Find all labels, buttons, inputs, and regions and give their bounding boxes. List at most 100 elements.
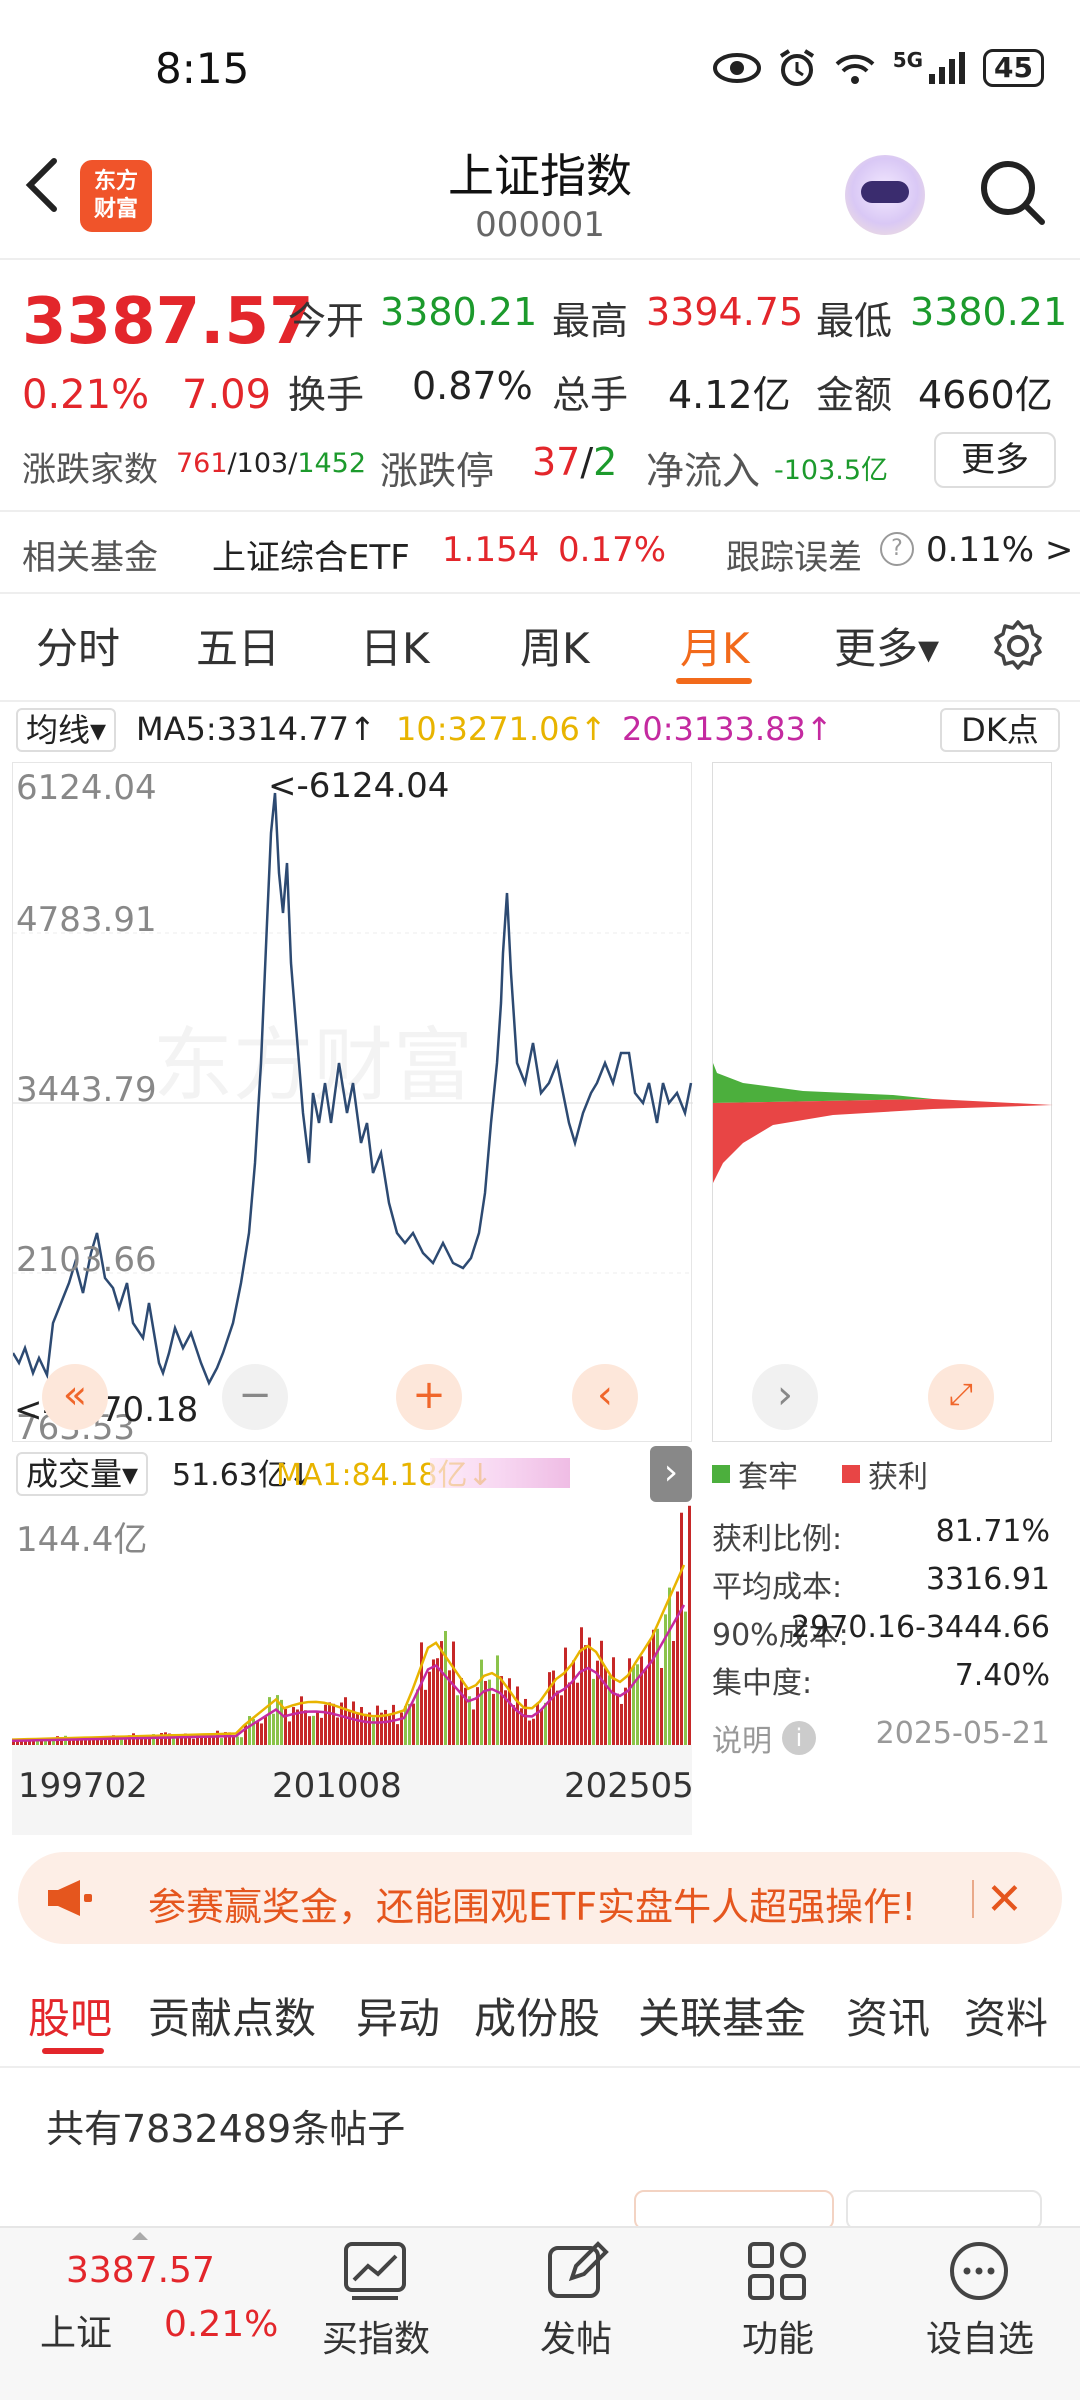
volume-bar [532, 1718, 535, 1745]
volume-bar [420, 1642, 423, 1745]
note-label: 说明 [712, 1724, 772, 1759]
netflow-value: -103.5亿 [774, 455, 889, 486]
volume-bar [240, 1737, 243, 1745]
fullscreen-button[interactable]: ⤢ [928, 1364, 994, 1430]
tab-monthly-k[interactable]: 月K [680, 615, 750, 676]
volume-bar [544, 1702, 547, 1745]
scroll-start-button[interactable]: « [42, 1364, 108, 1430]
volume-bar [660, 1667, 663, 1745]
chevron-right-icon: › [777, 1372, 793, 1418]
expand-icon: ⤢ [949, 1377, 973, 1412]
volume-bar [608, 1675, 611, 1745]
zoom-in-button[interactable]: + [396, 1364, 462, 1430]
ma20-value: 20:3133.83↑ [622, 710, 833, 748]
more-button[interactable]: 更多 [934, 432, 1056, 488]
volume-bar [284, 1708, 287, 1745]
volume-bar [600, 1640, 603, 1745]
grid-icon[interactable] [742, 2236, 812, 2306]
tab-contribution[interactable]: 贡献点数 [148, 1985, 316, 2046]
legend-trapped: 套牢 [738, 1460, 798, 1495]
tab-five-day[interactable]: 五日 [196, 615, 280, 676]
chart-icon[interactable] [340, 2236, 410, 2306]
help-icon[interactable]: ? [880, 532, 914, 566]
divider [0, 2066, 1080, 2068]
zoom-out-button[interactable]: − [222, 1364, 288, 1430]
volume-bar [344, 1697, 347, 1745]
nav-buy-index[interactable]: 买指数 [322, 2310, 430, 2362]
volume-bar [684, 1611, 687, 1745]
volume-bar [440, 1641, 443, 1745]
scroll-right-button[interactable]: › [752, 1364, 818, 1430]
banner-text[interactable]: 参赛赢奖金，还能围观ETF实盘牛人超强操作! [148, 1876, 916, 1931]
volume-selector[interactable]: 成交量▾ [16, 1452, 149, 1496]
active-tab-indicator [676, 678, 752, 684]
volume-bar [396, 1724, 399, 1745]
volume-bar [648, 1641, 651, 1745]
sort-chip[interactable] [846, 2190, 1042, 2230]
caret-up-icon [132, 2232, 148, 2240]
volume-bar [320, 1717, 323, 1745]
netflow-label: 净流入 [646, 449, 761, 493]
active-tab-indicator [42, 2048, 104, 2054]
chip-note[interactable]: 说明 i [712, 1716, 816, 1760]
volume-label: 总手 [552, 373, 629, 417]
robot-assistant-icon[interactable] [845, 155, 925, 235]
tab-daily-k[interactable]: 日K [360, 615, 430, 676]
banner-divider [972, 1880, 974, 1918]
indicator-selector[interactable]: 均线▾ [16, 708, 117, 752]
y-label-3: 3443.79 [16, 1070, 157, 1110]
breadth-label: 涨跌家数 [22, 450, 158, 490]
x-label-end: 202505 [564, 1766, 694, 1806]
volume-bar [316, 1712, 319, 1745]
bottom-index-pct[interactable]: 0.21% [164, 2304, 278, 2345]
chip-distribution-chart[interactable] [712, 762, 1053, 1442]
tab-more[interactable]: 更多▾ [834, 615, 939, 676]
y-label-top: 6124.04 [16, 768, 157, 808]
tab-profile[interactable]: 资料 [964, 1985, 1048, 2046]
volume-bar [312, 1715, 315, 1745]
low-value: 3380.21 [910, 290, 1068, 334]
fund-name[interactable]: 上证综合ETF [212, 530, 410, 579]
volume-bar [512, 1705, 515, 1745]
volume-y-label: 144.4亿 [16, 1520, 148, 1560]
bottom-index-price[interactable]: 3387.57 [66, 2250, 215, 2291]
tab-news[interactable]: 资讯 [846, 1985, 930, 2046]
edit-icon[interactable] [542, 2236, 612, 2306]
tab-related-funds[interactable]: 关联基金 [638, 1985, 806, 2046]
y-label-4: 2103.66 [16, 1240, 157, 1280]
expand-panel-button[interactable]: › [650, 1446, 692, 1502]
header-divider [0, 258, 1080, 260]
nav-functions[interactable]: 功能 [742, 2310, 814, 2362]
breadth-values: 761/103/1452 [176, 448, 367, 479]
amount-value: 4660亿 [918, 373, 1053, 417]
tab-anomaly[interactable]: 异动 [356, 1985, 440, 2046]
alarm-icon [779, 49, 814, 86]
current-price: 3387.57 [22, 285, 314, 359]
nav-post[interactable]: 发帖 [540, 2310, 612, 2362]
avg-cost-label: 平均成本: [712, 1570, 843, 1605]
volume-bar [236, 1736, 239, 1745]
tab-constituents[interactable]: 成份股 [474, 1985, 600, 2046]
nav-add-watchlist[interactable]: 设自选 [926, 2310, 1034, 2362]
scroll-left-button[interactable]: ‹ [572, 1364, 638, 1430]
bottom-index-name[interactable]: 上证 [40, 2304, 112, 2356]
volume-bar [376, 1705, 379, 1745]
more-icon[interactable] [944, 2236, 1014, 2306]
chip-date: 2025-05-21 [875, 1716, 1050, 1751]
dk-point-button[interactable]: DK点 [940, 708, 1060, 752]
volume-bar [212, 1737, 215, 1745]
volume-bar [380, 1712, 383, 1745]
volume-bar [516, 1686, 519, 1745]
sort-chip[interactable] [634, 2190, 834, 2230]
high-value: 3394.75 [646, 290, 804, 334]
search-icon[interactable] [978, 158, 1048, 228]
tab-intraday[interactable]: 分时 [36, 615, 120, 676]
tab-guba[interactable]: 股吧 [28, 1985, 112, 2046]
limit-down: 2 [593, 440, 618, 484]
volume-bar [672, 1640, 675, 1745]
gear-icon[interactable] [990, 618, 1046, 674]
tab-weekly-k[interactable]: 周K [520, 615, 590, 676]
close-icon[interactable]: ✕ [986, 1874, 1023, 1925]
volume-bar [572, 1660, 575, 1745]
tracking-value[interactable]: 0.11% > [926, 530, 1073, 570]
